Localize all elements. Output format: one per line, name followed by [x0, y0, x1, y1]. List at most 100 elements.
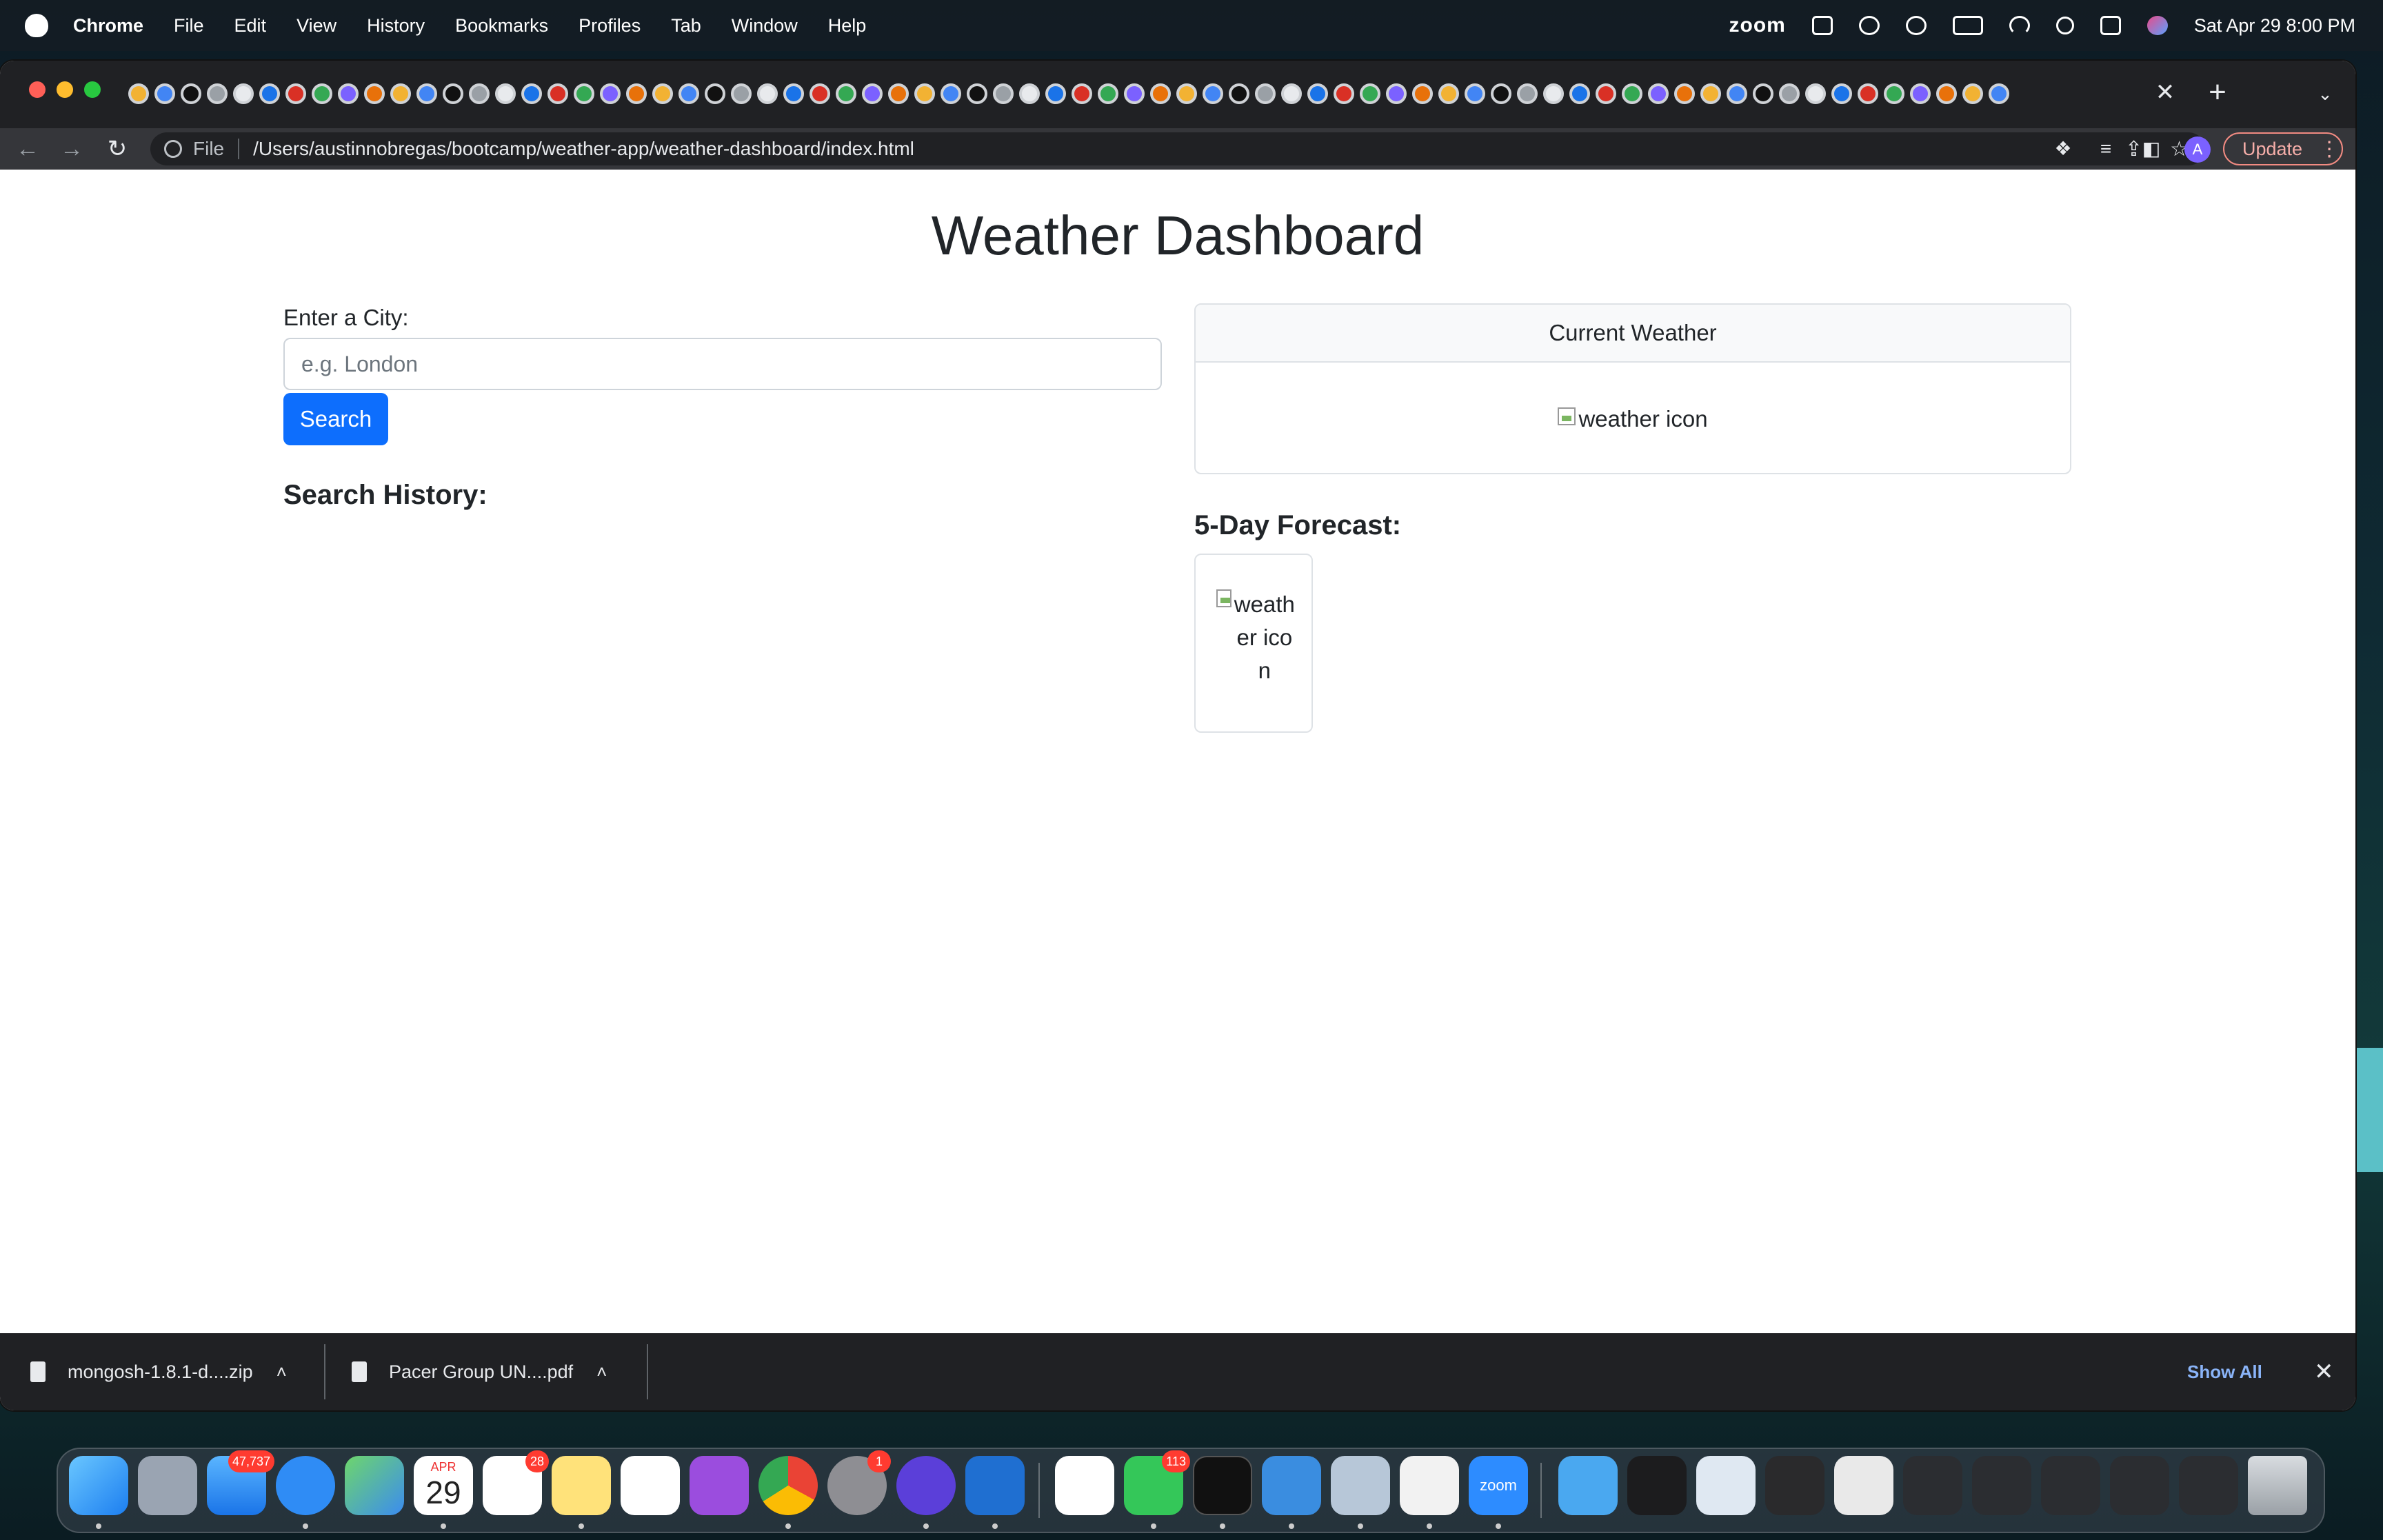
pinned-tab-favicon-icon[interactable] — [1019, 83, 1040, 104]
pinned-tab-favicon-icon[interactable] — [1884, 83, 1904, 104]
pinned-tab-favicon-icon[interactable] — [1281, 83, 1302, 104]
pinned-tab-favicon-icon[interactable] — [1255, 83, 1276, 104]
menu-help[interactable]: Help — [828, 15, 867, 37]
pinned-tab-favicon-icon[interactable] — [1307, 83, 1328, 104]
menubar-clock[interactable]: Sat Apr 29 8:00 PM — [2194, 15, 2355, 37]
siri-icon[interactable] — [2146, 16, 2168, 35]
pinned-tab-favicon-icon[interactable] — [547, 83, 568, 104]
minimized-window-icon[interactable] — [1972, 1456, 2031, 1515]
textedit-icon[interactable] — [1400, 1456, 1459, 1515]
extensions-puzzle-icon[interactable]: ❖ — [2049, 135, 2077, 163]
close-window-icon[interactable] — [29, 81, 46, 98]
tab-close-icon[interactable]: ✕ — [2150, 77, 2180, 108]
pinned-tab-favicon-icon[interactable] — [1386, 83, 1407, 104]
pinned-tab-favicon-icon[interactable] — [1124, 83, 1145, 104]
pinned-tab-favicon-icon[interactable] — [652, 83, 673, 104]
finder-icon[interactable] — [69, 1456, 128, 1515]
notes-icon[interactable] — [552, 1456, 611, 1515]
terminal-icon[interactable] — [1193, 1456, 1252, 1515]
zoom-app-icon[interactable]: zoom — [1469, 1456, 1528, 1515]
reminders-icon[interactable]: 28 — [483, 1450, 549, 1515]
pinned-tab-favicon-icon[interactable] — [888, 83, 909, 104]
trash-icon[interactable] — [2248, 1456, 2307, 1515]
tab-search-chevron-icon[interactable]: ⌄ — [2311, 80, 2339, 108]
minimized-window-icon[interactable] — [1627, 1456, 1687, 1515]
show-all-downloads-button[interactable]: Show All — [2187, 1333, 2262, 1410]
pinned-tab-favicon-icon[interactable] — [1962, 83, 1983, 104]
pinned-tab-favicon-icon[interactable] — [1858, 83, 1878, 104]
minimized-window-icon[interactable] — [1903, 1456, 1962, 1515]
menu-file[interactable]: File — [174, 15, 204, 37]
chevron-up-icon[interactable]: ˄ — [596, 1361, 607, 1383]
pinned-tab-favicon-icon[interactable] — [1334, 83, 1354, 104]
menu-window[interactable]: Window — [732, 15, 798, 37]
pinned-tab-favicon-icon[interactable] — [259, 83, 280, 104]
menu-profiles[interactable]: Profiles — [579, 15, 641, 37]
drive-icon[interactable] — [1811, 16, 1833, 35]
wifi-icon[interactable] — [2009, 16, 2030, 35]
reload-icon[interactable]: ↻ — [102, 134, 132, 164]
menu-tab[interactable]: Tab — [671, 15, 701, 37]
city-input[interactable] — [283, 338, 1162, 390]
pinned-tab-favicon-icon[interactable] — [1465, 83, 1485, 104]
minimized-window-icon[interactable] — [1834, 1456, 1893, 1515]
maximize-window-icon[interactable] — [84, 81, 101, 98]
freeform-icon[interactable] — [621, 1456, 680, 1515]
download-item[interactable]: mongosh-1.8.1-d....zip ˄ — [30, 1333, 287, 1410]
update-button[interactable]: Update ⋮ — [2223, 132, 2343, 165]
user-circle-icon[interactable] — [1905, 16, 1927, 35]
chrome-icon[interactable] — [758, 1456, 818, 1515]
apple-icon[interactable] — [25, 14, 48, 37]
pinned-tab-favicon-icon[interactable] — [312, 83, 332, 104]
pinned-tab-favicon-icon[interactable] — [495, 83, 516, 104]
battery-icon[interactable] — [1952, 16, 1983, 35]
podcasts-icon[interactable] — [690, 1456, 749, 1515]
profile-avatar[interactable]: A — [2184, 136, 2211, 163]
pinned-tab-favicon-icon[interactable] — [1936, 83, 1957, 104]
pinned-tab-favicon-icon[interactable] — [469, 83, 490, 104]
folder-icon[interactable] — [1558, 1456, 1618, 1515]
pinned-tab-favicon-icon[interactable] — [1910, 83, 1931, 104]
pinned-tab-favicon-icon[interactable] — [207, 83, 228, 104]
pinned-tab-favicon-icon[interactable] — [521, 83, 542, 104]
address-bar[interactable]: File /Users/austinnobregas/bootcamp/weat… — [150, 132, 2205, 165]
control-center-icon[interactable] — [2100, 16, 2121, 35]
minimized-window-icon[interactable] — [2110, 1456, 2169, 1515]
vscode-icon[interactable] — [965, 1456, 1025, 1515]
pinned-tab-favicon-icon[interactable] — [1674, 83, 1695, 104]
minimized-window-icon[interactable] — [1765, 1456, 1824, 1515]
pinned-tab-favicon-icon[interactable] — [1360, 83, 1380, 104]
pinned-tab-favicon-icon[interactable] — [390, 83, 411, 104]
launchpad-icon[interactable] — [138, 1456, 197, 1515]
chevron-up-icon[interactable]: ˄ — [276, 1361, 287, 1383]
pinned-tab-favicon-icon[interactable] — [1648, 83, 1669, 104]
pinned-tab-favicon-icon[interactable] — [364, 83, 385, 104]
pinned-tab-favicon-icon[interactable] — [574, 83, 594, 104]
pinned-tab-favicon-icon[interactable] — [1150, 83, 1171, 104]
pinned-tab-favicon-icon[interactable] — [1779, 83, 1800, 104]
pinned-tab-favicon-icon[interactable] — [1596, 83, 1616, 104]
pinned-tab-favicon-icon[interactable] — [1491, 83, 1511, 104]
minimized-window-icon[interactable] — [2179, 1456, 2238, 1515]
pinned-tab-favicon-icon[interactable] — [914, 83, 935, 104]
search-button[interactable]: Search — [283, 393, 388, 445]
pinned-tab-favicon-icon[interactable] — [993, 83, 1014, 104]
pinned-tab-favicon-icon[interactable] — [678, 83, 699, 104]
play-icon[interactable] — [1858, 16, 1880, 35]
forward-arrow-icon[interactable]: → — [57, 134, 87, 164]
menu-edit[interactable]: Edit — [234, 15, 267, 37]
pinned-tab-favicon-icon[interactable] — [1989, 83, 2009, 104]
url-text[interactable]: /Users/austinnobregas/bootcamp/weather-a… — [253, 138, 914, 160]
network-utility-icon[interactable] — [1262, 1456, 1321, 1515]
pinned-tab-favicon-icon[interactable] — [1753, 83, 1773, 104]
safari-icon[interactable] — [276, 1456, 335, 1515]
pinned-tab-favicon-icon[interactable] — [1543, 83, 1564, 104]
side-panel-icon[interactable]: ◧ — [2138, 135, 2165, 163]
search-icon[interactable] — [2055, 17, 2074, 34]
pinned-tab-favicon-icon[interactable] — [1622, 83, 1642, 104]
menu-app-name[interactable]: Chrome — [73, 15, 143, 37]
system-settings-icon[interactable]: 1 — [827, 1450, 891, 1515]
pinned-tab-favicon-icon[interactable] — [233, 83, 254, 104]
pinned-tab-favicon-icon[interactable] — [154, 83, 175, 104]
pinned-tab-favicon-icon[interactable] — [1438, 83, 1459, 104]
